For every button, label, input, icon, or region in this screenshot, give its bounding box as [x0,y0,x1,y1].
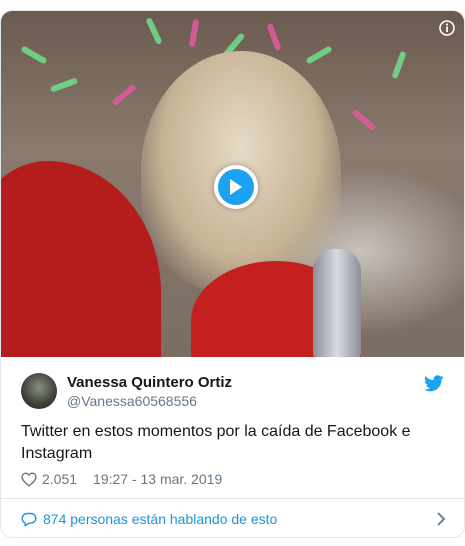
microphone [313,249,361,357]
speech-bubble-icon [21,512,37,526]
tweet-meta: 2.051 19:27 - 13 mar. 2019 [21,469,222,489]
like-count[interactable]: 2.051 [42,471,77,487]
disco-light [351,108,377,132]
play-button[interactable] [214,165,258,209]
embedded-tweet-card[interactable]: Vanessa Quintero Ortiz @Vanessa60568556 … [0,10,465,538]
chevron-right-icon[interactable] [436,512,446,526]
disco-light [49,77,79,93]
author-handle[interactable]: @Vanessa60568556 [67,393,197,409]
play-icon [230,179,242,195]
tweet-author[interactable]: Vanessa Quintero Ortiz @Vanessa60568556 [21,371,444,411]
tweet-text: Twitter en estos momentos por la caída d… [21,423,411,462]
disco-light [266,22,282,52]
disco-light [391,50,407,80]
disco-light [111,83,137,107]
divider [1,498,464,499]
red-clothing [1,161,161,357]
tweet-timestamp[interactable]: 19:27 - 13 mar. 2019 [93,471,222,487]
disco-light [305,45,333,65]
twitter-bird-icon[interactable] [424,375,444,392]
disco-light [20,45,48,65]
disco-light [188,18,200,48]
avatar[interactable] [21,373,57,409]
heart-icon[interactable] [21,471,37,487]
author-name[interactable]: Vanessa Quintero Ortiz [67,374,232,391]
disco-light [145,17,163,45]
info-icon[interactable] [438,19,456,37]
conversation-link[interactable]: 874 personas están hablando de esto [21,508,446,530]
conversation-label[interactable]: 874 personas están hablando de esto [43,511,277,527]
video-thumbnail[interactable] [1,11,464,357]
